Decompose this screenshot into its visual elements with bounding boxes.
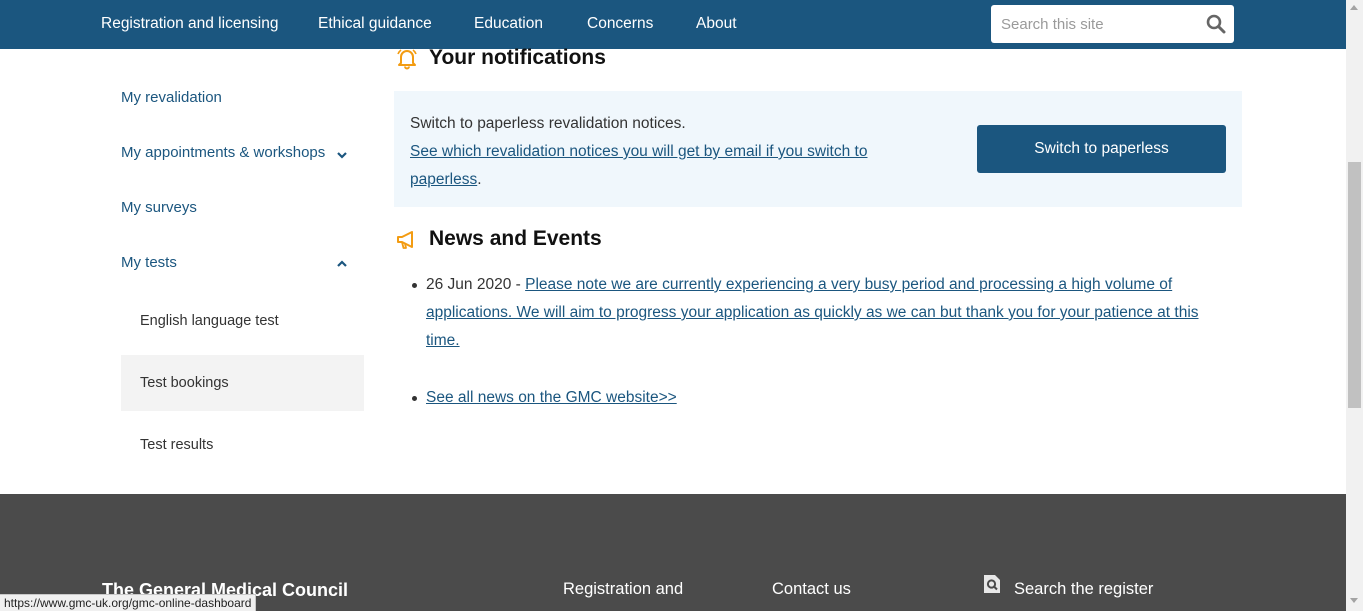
news-list: 26 Jun 2020 - Please note we are current… [410,271,1230,412]
news-item: See all news on the GMC website>> [410,384,1230,412]
site-search [991,5,1234,43]
nav-concerns[interactable]: Concerns [587,0,653,49]
sidebar-item-my-surveys[interactable]: My surveys [121,199,197,216]
sidebar-subitem-test-bookings[interactable]: Test bookings [121,355,364,411]
notification-message: Switch to paperless revalidation notices… [410,110,910,194]
sidebar-subitem-test-results[interactable]: Test results [121,417,364,473]
top-navigation: Registration and licensing Ethical guida… [0,0,1346,49]
footer-contact-link[interactable]: Contact us [772,580,851,599]
switch-to-paperless-button[interactable]: Switch to paperless [977,125,1226,173]
scroll-up-icon[interactable] [1350,5,1358,10]
news-date: 26 Jun 2020 - [426,276,526,293]
search-input[interactable] [991,5,1196,43]
scroll-thumb[interactable] [1348,162,1361,408]
search-register-icon [983,574,1001,594]
footer-registration-link[interactable]: Registration and [563,580,683,599]
scroll-down-icon[interactable] [1350,598,1358,603]
link-suffix: . [477,171,482,188]
chevron-up-icon[interactable] [336,257,348,269]
megaphone-icon [396,229,418,251]
sidebar-item-my-revalidation[interactable]: My revalidation [121,89,222,106]
news-title: News and Events [429,227,602,250]
footer-search-register-link[interactable]: Search the register [1014,580,1153,599]
sidebar-item-my-appointments-workshops[interactable]: My appointments & workshops [121,144,325,161]
news-item-link[interactable]: Please note we are currently experiencin… [426,276,1199,349]
nav-about[interactable]: About [696,0,737,49]
sidebar-item-my-tests[interactable]: My tests [121,254,177,271]
notification-text: Switch to paperless revalidation notices… [410,115,686,132]
nav-registration-and-licensing[interactable]: Registration and licensing [101,0,279,49]
sidebar: My revalidation My appointments & worksh… [0,49,380,493]
page-scrollbar[interactable] [1346,0,1363,611]
nav-education[interactable]: Education [474,0,543,49]
notifications-title: Your notifications [429,46,606,69]
paperless-notification: Switch to paperless revalidation notices… [394,91,1242,207]
status-bar-url: https://www.gmc-uk.org/gmc-online-dashbo… [0,594,257,611]
sidebar-subitem-english-language-test[interactable]: English language test [121,293,364,349]
chevron-down-icon[interactable] [336,148,348,160]
bell-icon [396,48,418,70]
all-news-link[interactable]: See all news on the GMC website>> [426,389,677,406]
news-item: 26 Jun 2020 - Please note we are current… [410,271,1230,355]
search-icon[interactable] [1206,14,1226,34]
nav-ethical-guidance[interactable]: Ethical guidance [318,0,432,49]
